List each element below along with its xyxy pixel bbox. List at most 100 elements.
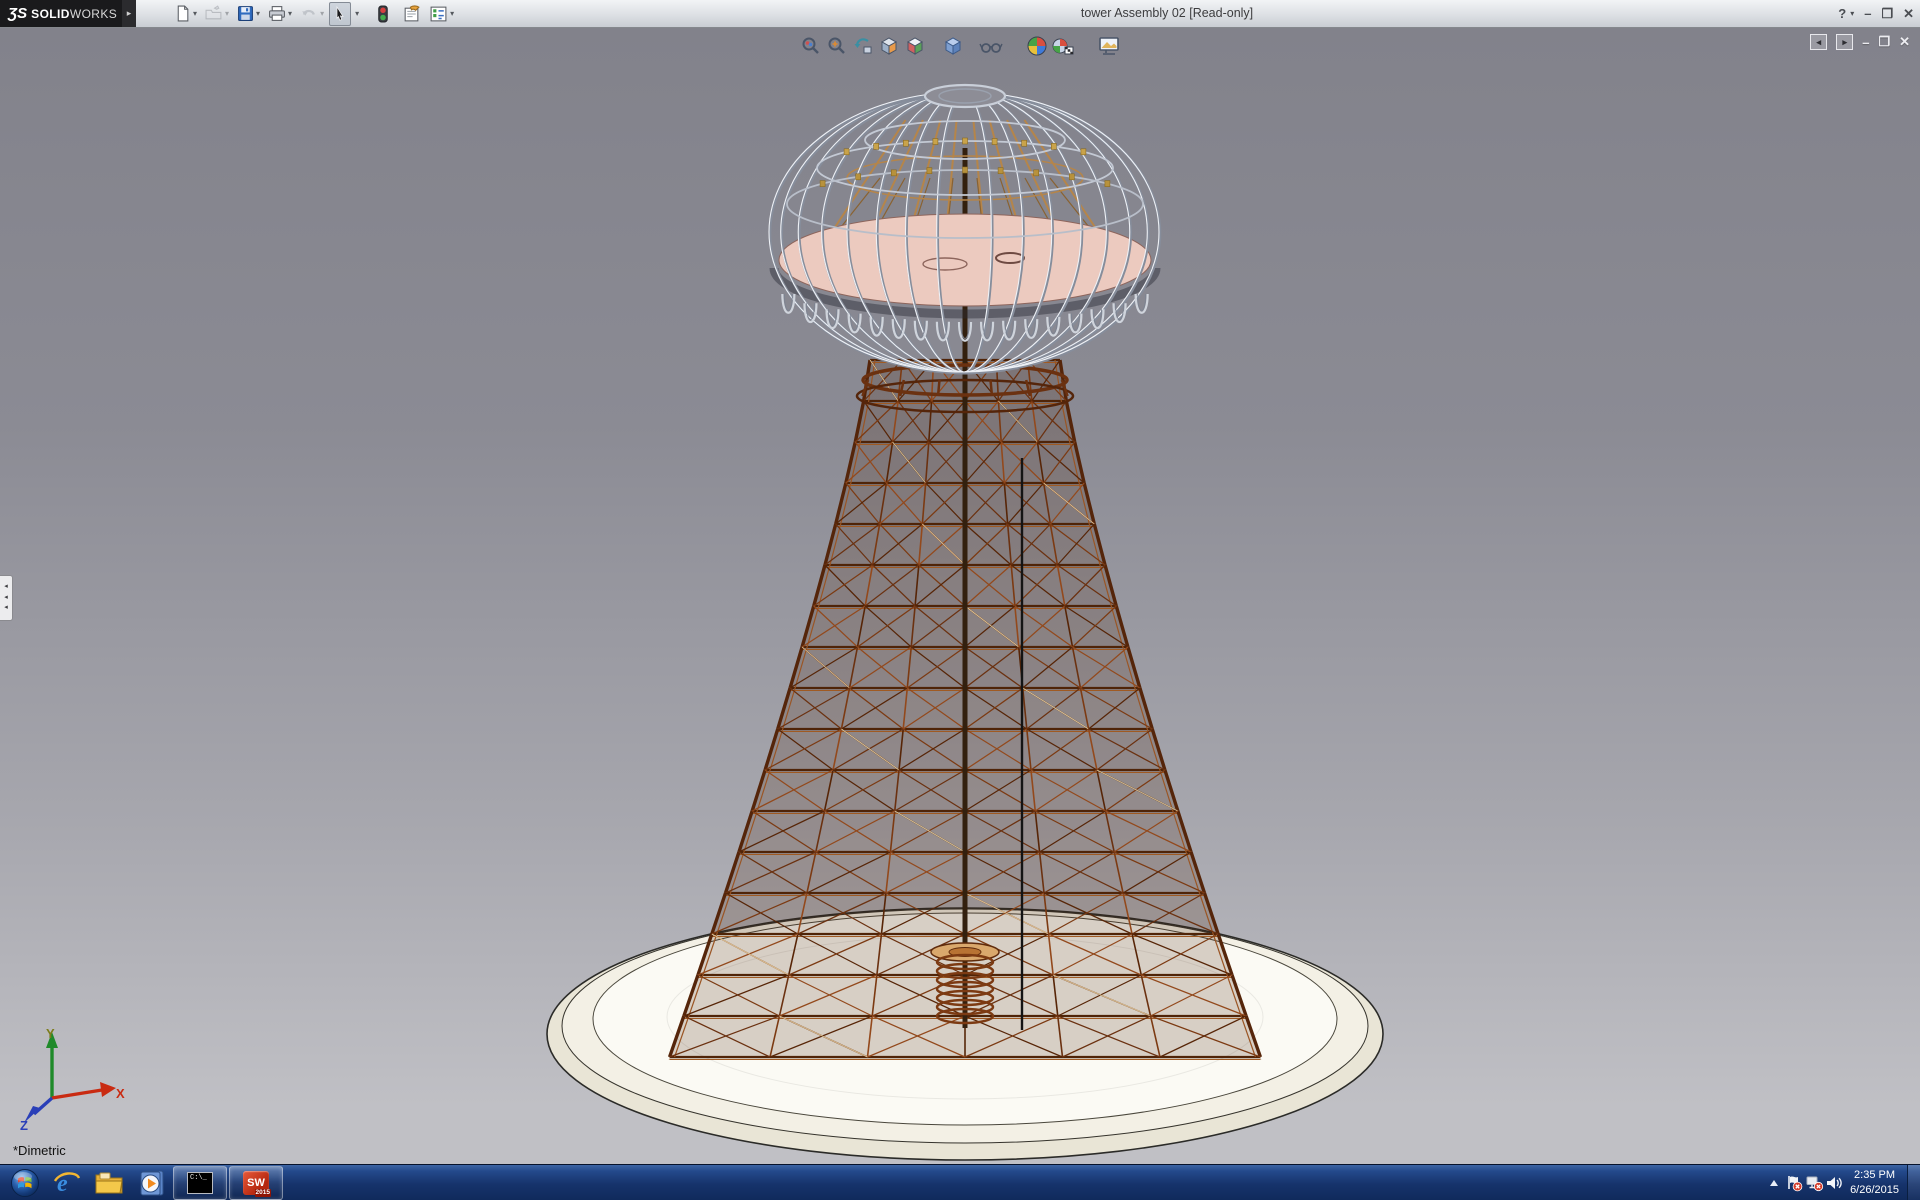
print-icon bbox=[268, 5, 286, 22]
print-button[interactable]: ▾ bbox=[265, 2, 295, 26]
start-orb-icon bbox=[10, 1168, 40, 1198]
zoom-to-area-button[interactable] bbox=[824, 33, 850, 59]
view-settings-button[interactable] bbox=[1096, 33, 1122, 59]
undo-button[interactable]: ▾ bbox=[297, 2, 327, 26]
sw-year-badge: 2015 bbox=[255, 1189, 271, 1197]
internet-explorer-icon: e bbox=[52, 1168, 82, 1198]
headsup-view-toolbar bbox=[798, 33, 1122, 59]
open-caret[interactable]: ▾ bbox=[225, 9, 229, 18]
section-view-icon bbox=[878, 35, 900, 57]
taskbar-buttons: e C:\_ SW2015 bbox=[0, 1165, 284, 1200]
undo-icon bbox=[300, 5, 318, 22]
apply-scene-icon bbox=[1051, 35, 1075, 57]
select-tool-button[interactable] bbox=[329, 2, 351, 26]
new-caret[interactable]: ▾ bbox=[193, 9, 197, 18]
up-arrow-icon bbox=[1768, 1178, 1780, 1188]
select-tool-caret-button[interactable]: ▾ bbox=[350, 2, 362, 26]
save-caret[interactable]: ▾ bbox=[256, 9, 260, 18]
pane-left-button[interactable]: ◂ bbox=[1810, 34, 1827, 50]
save-icon bbox=[237, 5, 254, 22]
restore-button[interactable]: ❐ bbox=[1881, 0, 1893, 27]
solidworks-logo-mark: ƷS bbox=[8, 5, 27, 22]
new-document-button[interactable]: ▾ bbox=[171, 2, 200, 26]
pane-right-button[interactable]: ▸ bbox=[1836, 34, 1853, 50]
command-prompt-icon: C:\_ bbox=[187, 1172, 213, 1194]
collapse-arrow-icon: ◂ bbox=[4, 603, 8, 614]
clock-time: 2:35 PM bbox=[1850, 1168, 1899, 1182]
open-document-icon bbox=[205, 5, 223, 22]
rebuild-button[interactable] bbox=[374, 2, 392, 26]
undo-caret[interactable]: ▾ bbox=[320, 9, 324, 18]
triad-z-label: Z bbox=[20, 1118, 28, 1132]
network-status-button[interactable] bbox=[1804, 1165, 1824, 1200]
action-center-button[interactable] bbox=[1784, 1165, 1804, 1200]
options-caret[interactable]: ▾ bbox=[450, 9, 454, 18]
solidworks-2015-icon: SW2015 bbox=[243, 1171, 269, 1195]
folder-icon bbox=[93, 1169, 125, 1197]
collapse-arrow-icon: ◂ bbox=[4, 582, 8, 593]
tower-assembly-model[interactable] bbox=[0, 28, 1920, 1164]
eyeglasses-icon bbox=[979, 35, 1003, 57]
command-prompt-button[interactable]: C:\_ bbox=[173, 1166, 227, 1200]
windows-taskbar: e C:\_ SW2015 bbox=[0, 1164, 1920, 1200]
file-properties-button[interactable] bbox=[399, 2, 424, 26]
feature-manager-collapsed-tab[interactable]: ◂ ◂ ◂ bbox=[0, 575, 13, 621]
internet-explorer-button[interactable]: e bbox=[47, 1167, 87, 1199]
save-button[interactable]: ▾ bbox=[234, 2, 263, 26]
show-desktop-button[interactable] bbox=[1907, 1165, 1920, 1200]
media-player-button[interactable] bbox=[131, 1167, 171, 1199]
start-button[interactable] bbox=[5, 1167, 45, 1199]
display-style-icon bbox=[942, 35, 964, 57]
media-player-icon bbox=[136, 1168, 166, 1198]
file-properties-icon bbox=[402, 5, 421, 23]
network-error-icon bbox=[1805, 1174, 1824, 1192]
options-button[interactable]: ▾ bbox=[426, 2, 457, 26]
view-orientation-label: *Dimetric bbox=[13, 1143, 66, 1158]
help-caret[interactable]: ▾ bbox=[1850, 0, 1854, 27]
speaker-icon bbox=[1825, 1174, 1843, 1192]
help-button[interactable]: ? bbox=[1838, 0, 1846, 27]
show-hidden-icons-button[interactable] bbox=[1764, 1165, 1784, 1200]
hide-show-items-button[interactable] bbox=[978, 33, 1004, 59]
graphics-viewport[interactable]: ◂ ▸ – ❐ ✕ ◂ ◂ ◂ Y X Z *Dimetric bbox=[0, 28, 1920, 1164]
triad-y-label: Y bbox=[46, 1026, 55, 1041]
windows-explorer-button[interactable] bbox=[89, 1167, 129, 1199]
collapse-arrow-icon: ◂ bbox=[4, 593, 8, 604]
title-bar: ƷS SOLIDWORKS ▸ ▾ ▾ ▾ bbox=[0, 0, 1920, 28]
menu-flyout-arrow[interactable]: ▸ bbox=[122, 0, 136, 27]
view-settings-icon bbox=[1097, 35, 1121, 57]
select-cursor-icon bbox=[332, 5, 348, 22]
doc-close-button[interactable]: ✕ bbox=[1899, 34, 1910, 50]
previous-view-button[interactable] bbox=[850, 33, 876, 59]
print-caret[interactable]: ▾ bbox=[288, 9, 292, 18]
triad-x-label: X bbox=[116, 1086, 125, 1101]
display-style-button[interactable] bbox=[940, 33, 966, 59]
minimize-button[interactable]: – bbox=[1864, 0, 1871, 27]
open-document-button[interactable]: ▾ bbox=[202, 2, 232, 26]
zoom-to-fit-button[interactable] bbox=[798, 33, 824, 59]
clock-date: 6/26/2015 bbox=[1850, 1183, 1899, 1197]
taskbar-clock[interactable]: 2:35 PM 6/26/2015 bbox=[1850, 1168, 1899, 1197]
section-view-button[interactable] bbox=[876, 33, 902, 59]
new-document-icon bbox=[174, 5, 191, 22]
rebuild-trafficlight-icon bbox=[377, 5, 389, 23]
standard-toolbar: ▾ ▾ ▾ ▾ ▾ bbox=[170, 0, 458, 27]
view-orientation-button[interactable] bbox=[902, 33, 928, 59]
solidworks-2015-button[interactable]: SW2015 bbox=[229, 1166, 283, 1200]
options-icon bbox=[429, 5, 448, 23]
apply-scene-button[interactable] bbox=[1050, 33, 1076, 59]
brand-works: WORKS bbox=[70, 7, 117, 21]
sw-letters: SW bbox=[247, 1177, 265, 1189]
doc-minimize-button[interactable]: – bbox=[1862, 35, 1869, 50]
select-caret[interactable]: ▾ bbox=[355, 9, 359, 18]
document-window-controls: ◂ ▸ – ❐ ✕ bbox=[1810, 34, 1910, 50]
close-button[interactable]: ✕ bbox=[1903, 0, 1914, 27]
solidworks-logo: ƷS SOLIDWORKS bbox=[0, 0, 122, 27]
doc-restore-button[interactable]: ❐ bbox=[1878, 34, 1890, 50]
edit-appearance-button[interactable] bbox=[1024, 33, 1050, 59]
brand-solid: SOLID bbox=[31, 7, 70, 21]
view-orientation-icon bbox=[904, 35, 926, 57]
volume-button[interactable] bbox=[1824, 1165, 1844, 1200]
reference-triad: Y X Z bbox=[16, 1024, 126, 1132]
system-tray: 2:35 PM 6/26/2015 bbox=[1764, 1165, 1920, 1200]
